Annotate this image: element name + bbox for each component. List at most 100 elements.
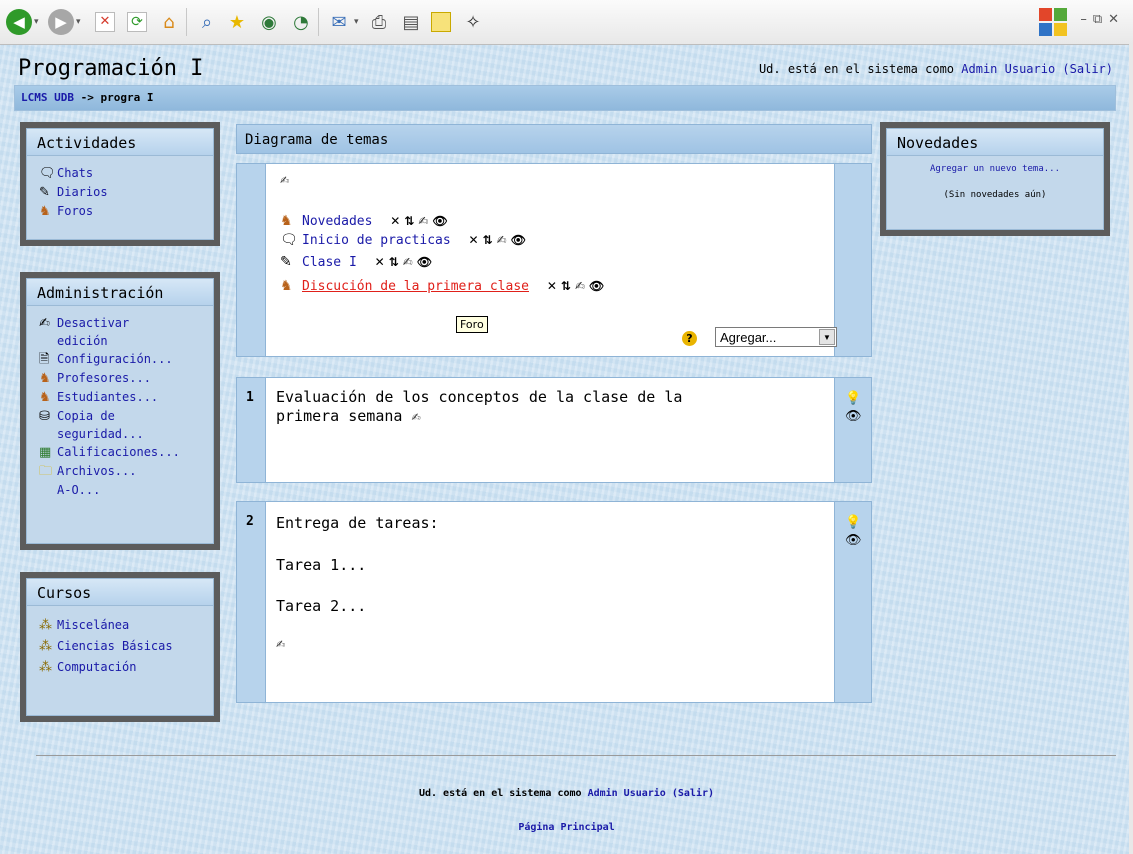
visible-eye-icon[interactable]: 👁 (511, 233, 526, 247)
history-icon[interactable]: ◔ (288, 9, 314, 35)
edit-icon[interactable]: ✍ (497, 233, 507, 247)
activity-link-discucion[interactable]: Discución de la primera clase (302, 279, 529, 294)
move-icon[interactable]: ⇅ (404, 214, 414, 228)
students-icon: ♞ (39, 390, 51, 405)
edit-icon[interactable]: ✍ (418, 214, 428, 228)
computacion-link[interactable]: Computación (57, 660, 136, 674)
activity-link-novedades[interactable]: Novedades (302, 214, 372, 229)
favorites-star-icon[interactable]: ★ (224, 9, 250, 35)
move-icon[interactable]: ⇅ (483, 233, 493, 247)
section-summary-line: Tarea 1... (276, 556, 367, 574)
actividades-item-foros[interactable]: ♞ Foros (39, 202, 213, 221)
edit-icon[interactable]: ✍ (411, 411, 420, 424)
diarios-link[interactable]: Diarios (57, 185, 108, 199)
admin-item-archivos[interactable]: 🗀 Archivos... (39, 462, 213, 481)
actividades-item-chats[interactable]: 🗨Chats (39, 164, 213, 183)
move-icon[interactable]: ⇅ (389, 255, 399, 269)
stop-icon[interactable]: ✕ (92, 9, 118, 35)
curso-item-ciencias-basicas[interactable]: ⁂ Ciencias Básicas (39, 636, 213, 657)
edit-summary-icon[interactable]: ✍ (280, 174, 289, 187)
help-icon[interactable]: ? (682, 331, 697, 346)
search-icon[interactable]: ⌕ (194, 9, 220, 35)
add-activity-select[interactable]: Agregar... ▼ (715, 327, 837, 347)
visible-eye-icon[interactable]: 👁 (589, 279, 604, 293)
forward-icon[interactable]: ▶ (48, 9, 74, 35)
forum-icon: ♞ (280, 278, 293, 294)
admin-item-a-o[interactable]: A-O... (39, 481, 213, 499)
ciencias-basicas-link[interactable]: Ciencias Básicas (57, 639, 173, 653)
home-page-link[interactable]: Página Principal (518, 822, 614, 833)
cursos-title: Cursos (27, 579, 213, 606)
a-o-link[interactable]: A-O... (57, 483, 100, 497)
delete-icon[interactable]: ✕ (469, 233, 479, 247)
admin-item-profesores[interactable]: ♞ Profesores... (39, 369, 213, 388)
actividades-block: Actividades 🗨Chats ✎ Diarios ♞ Foros (20, 122, 220, 246)
print-icon[interactable]: ⎙ (366, 9, 392, 35)
add-topic-link[interactable]: Agregar un nuevo tema... (930, 164, 1060, 174)
admin-item-configuracion[interactable]: 🗎 Configuración... (39, 350, 213, 369)
profesores-link[interactable]: Profesores... (57, 371, 151, 385)
edit-icon[interactable]: ✍ (276, 638, 285, 651)
admin-item-desactivar-edicion[interactable]: ✍ Desactivar edición (39, 314, 213, 350)
delete-icon[interactable]: ✕ (547, 279, 557, 293)
section-summary-line: primera semana ✍ (276, 407, 421, 425)
admin-item-copia-seguridad[interactable]: ⛁ Copia de seguridad... (39, 407, 213, 443)
section-number: 1 (246, 390, 254, 405)
edit-icon[interactable]: ✍ (575, 279, 585, 293)
tooltip: Foro (456, 316, 488, 333)
admin-item-calificaciones[interactable]: ▦ Calificaciones... (39, 443, 213, 462)
desactivar-link[interactable]: Desactivar (57, 316, 129, 330)
edicion-link[interactable]: edición (57, 334, 108, 348)
calificaciones-link[interactable]: Calificaciones... (57, 445, 180, 459)
visible-eye-icon[interactable]: 👁 (417, 255, 432, 269)
window-controls[interactable]: –⧉✕ (1080, 12, 1125, 27)
scrollbar[interactable] (1129, 44, 1133, 854)
visible-eye-icon[interactable]: 👁 (432, 214, 447, 228)
forward-dropdown-icon[interactable]: ▾ (76, 17, 81, 27)
home-icon[interactable]: ⌂ (156, 9, 182, 35)
actividades-item-diarios[interactable]: ✎ Diarios (39, 183, 213, 202)
refresh-icon[interactable]: ⟳ (124, 9, 150, 35)
curso-item-miscelanea[interactable]: ⁂ Miscelánea (39, 615, 213, 636)
notes-icon[interactable] (428, 9, 454, 35)
activity-link-inicio-practicas[interactable]: Inicio de practicas (302, 233, 451, 248)
estudiantes-link[interactable]: Estudiantes... (57, 390, 158, 404)
windows-logo-icon (1039, 8, 1067, 36)
folder-icon: 🗀 (39, 464, 53, 479)
highlight-bulb-icon[interactable]: 💡 (845, 514, 862, 532)
move-icon[interactable]: ⇅ (561, 279, 571, 293)
footer-login-info: Ud. está en el sistema como Admin Usuari… (418, 788, 715, 799)
chats-link[interactable]: Chats (57, 166, 93, 180)
activity-link-clase-i[interactable]: Clase I (302, 255, 357, 270)
mail-icon[interactable]: ✉ (326, 9, 352, 35)
delete-icon[interactable]: ✕ (375, 255, 385, 269)
configuracion-link[interactable]: Configuración... (57, 352, 173, 366)
back-icon[interactable]: ◀ (6, 9, 32, 35)
curso-item-computacion[interactable]: ⁂ Computación (39, 657, 213, 678)
footer-home: Página Principal (0, 822, 1133, 833)
delete-icon[interactable]: ✕ (390, 214, 400, 228)
edit-icon[interactable]: ✍ (403, 255, 413, 269)
logout-link[interactable]: (Salir) (1062, 62, 1113, 76)
copia-link[interactable]: Copia de (57, 409, 115, 423)
media-icon[interactable]: ◉ (256, 9, 282, 35)
seguridad-link[interactable]: seguridad... (57, 427, 144, 441)
messenger-icon[interactable]: ✧ (460, 9, 486, 35)
chevron-down-icon[interactable]: ▼ (819, 329, 835, 345)
archivos-link[interactable]: Archivos... (57, 464, 136, 478)
edit-pen-icon: ✍ (39, 316, 50, 331)
visible-eye-icon[interactable]: 👁 (845, 532, 862, 550)
visible-eye-icon[interactable]: 👁 (845, 408, 862, 426)
breadcrumb: LCMS UDB -> progra I (21, 91, 153, 104)
breadcrumb-root-link[interactable]: LCMS UDB (21, 91, 74, 104)
mail-dropdown-icon[interactable]: ▾ (354, 17, 359, 27)
miscelanea-link[interactable]: Miscelánea (57, 618, 129, 632)
user-link[interactable]: Admin Usuario (961, 62, 1055, 76)
edit-page-icon[interactable]: ▤ (398, 9, 424, 35)
footer-user-link[interactable]: Admin Usuario (588, 788, 666, 799)
admin-item-estudiantes[interactable]: ♞ Estudiantes... (39, 388, 213, 407)
back-dropdown-icon[interactable]: ▾ (34, 17, 39, 27)
footer-logout-link[interactable]: (Salir) (672, 788, 714, 799)
foros-link[interactable]: Foros (57, 204, 93, 218)
highlight-bulb-icon[interactable]: 💡 (845, 390, 862, 408)
